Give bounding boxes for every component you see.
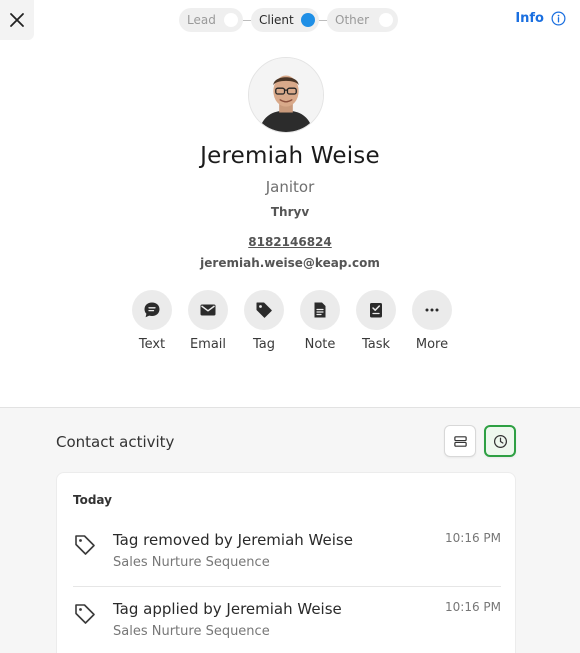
stage-connector: [243, 19, 251, 21]
activity-time: 10:16 PM: [445, 531, 501, 545]
stage-selector: Lead Client Other: [179, 8, 398, 32]
more-action-label: More: [415, 337, 449, 352]
email-action-button[interactable]: Email: [180, 290, 236, 352]
note-action-button[interactable]: Note: [292, 290, 348, 352]
tag-outline-icon: [75, 535, 95, 555]
activity-item: Tag removed by Jeremiah Weise Sales Nurt…: [73, 531, 501, 591]
activity-time: 10:16 PM: [445, 600, 501, 614]
activity-title: Tag applied by Jeremiah Weise: [113, 600, 342, 618]
contact-name: Jeremiah Weise: [200, 143, 380, 169]
text-bubble-icon: [144, 302, 160, 318]
info-link[interactable]: Info: [515, 11, 566, 26]
task-action-label: Task: [361, 337, 391, 352]
contact-activity-title: Contact activity: [56, 433, 175, 451]
text-action-circle: [132, 290, 172, 330]
stage-client[interactable]: Client: [251, 8, 319, 32]
email-action-circle: [188, 290, 228, 330]
contact-job-title: Janitor: [265, 178, 315, 196]
tag-outline-icon: [75, 604, 95, 624]
stage-lead-toggle: [224, 13, 238, 27]
tag-icon: [256, 302, 272, 318]
activity-subtitle: Sales Nurture Sequence: [113, 624, 270, 639]
activity-item: Tag applied by Jeremiah Weise Sales Nurt…: [73, 600, 501, 653]
task-action-button[interactable]: Task: [348, 290, 404, 352]
activity-card: Today Tag removed by Jeremiah Weise Sale…: [56, 472, 516, 653]
tag-action-button[interactable]: Tag: [236, 290, 292, 352]
close-button[interactable]: [0, 0, 34, 40]
more-action-circle: [412, 290, 452, 330]
text-action-button[interactable]: Text: [124, 290, 180, 352]
activity-divider: [73, 586, 501, 587]
stage-connector: [319, 19, 327, 21]
note-icon: [314, 302, 326, 318]
note-action-circle: [300, 290, 340, 330]
timeline-view-button[interactable]: [484, 425, 516, 457]
list-view-button[interactable]: [444, 425, 476, 457]
text-action-label: Text: [138, 337, 166, 352]
contact-phone-link[interactable]: 8182146824: [0, 235, 580, 249]
contact-activity-section: Contact activity Today Tag removed by Je…: [0, 407, 580, 653]
info-label: Info: [515, 11, 544, 26]
activity-title: Tag removed by Jeremiah Weise: [113, 531, 353, 549]
quick-actions: Text Email Tag Note Task More: [124, 290, 460, 352]
envelope-icon: [200, 304, 216, 316]
tag-action-circle: [244, 290, 284, 330]
close-icon: [10, 13, 24, 27]
task-action-circle: [356, 290, 396, 330]
contact-company: Thryv: [270, 205, 310, 219]
stage-lead-label: Lead: [187, 13, 216, 27]
stage-other[interactable]: Other: [327, 8, 398, 32]
contact-email-link[interactable]: jeremiah.weise@keap.com: [0, 256, 580, 270]
clock-icon: [493, 434, 507, 448]
avatar: [248, 57, 324, 133]
email-action-label: Email: [189, 337, 227, 352]
avatar-photo: [249, 58, 323, 132]
stage-client-label: Client: [259, 13, 294, 27]
tag-icon: [73, 533, 97, 557]
list-view-icon: [453, 435, 467, 447]
info-icon: [551, 11, 566, 26]
stage-other-label: Other: [335, 13, 370, 27]
more-action-button[interactable]: More: [404, 290, 460, 352]
tag-action-label: Tag: [252, 337, 275, 352]
tag-icon: [73, 602, 97, 626]
stage-other-toggle: [379, 13, 393, 27]
task-icon: [370, 303, 382, 318]
note-action-label: Note: [304, 337, 336, 352]
stage-lead[interactable]: Lead: [179, 8, 243, 32]
stage-client-toggle: [301, 13, 315, 27]
more-dots-icon: [425, 308, 439, 312]
activity-subtitle: Sales Nurture Sequence: [113, 555, 270, 570]
day-label: Today: [73, 493, 112, 507]
